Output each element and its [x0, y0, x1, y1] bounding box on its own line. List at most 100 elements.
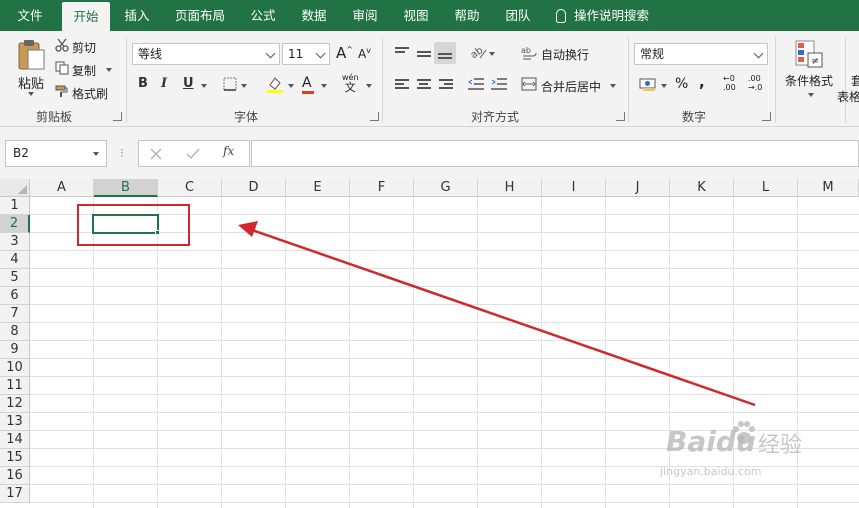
merge-center-icon[interactable]	[521, 77, 537, 91]
increase-indent-icon[interactable]	[491, 77, 507, 91]
merge-center-button[interactable]: 合并后居中	[541, 78, 601, 95]
font-dialog-launcher[interactable]	[370, 112, 379, 121]
paste-icon[interactable]	[17, 39, 47, 71]
accounting-format-icon[interactable]	[639, 76, 657, 92]
tab-home[interactable]: 开始	[62, 2, 110, 31]
phonetic-dropdown-caret[interactable]	[366, 84, 372, 88]
paw-logo-icon	[733, 421, 755, 444]
svg-text:ab: ab	[470, 45, 485, 60]
font-color-dropdown-caret[interactable]	[321, 84, 327, 88]
alignment-dialog-launcher[interactable]	[616, 112, 625, 121]
orientation-dropdown-caret[interactable]	[489, 52, 495, 56]
font-size-value: 11	[288, 47, 304, 61]
wrap-text-icon[interactable]: ab	[521, 45, 537, 61]
formula-bar-splitter[interactable]: ⁝	[120, 145, 124, 161]
tab-insert[interactable]: 插入	[117, 0, 157, 31]
comma-style-button[interactable]: ,	[699, 73, 705, 91]
underline-dropdown-caret[interactable]	[201, 84, 207, 88]
merge-center-dropdown-caret[interactable]	[610, 84, 616, 88]
name-box[interactable]: B2	[5, 140, 107, 167]
format-painter-icon[interactable]	[55, 84, 69, 98]
tell-me-search[interactable]: 操作说明搜索	[556, 0, 666, 31]
percent-style-button[interactable]: %	[675, 76, 688, 92]
paste-dropdown-caret[interactable]	[28, 92, 34, 96]
conditional-formatting-icon[interactable]: ≠	[794, 39, 824, 69]
paste-button-label[interactable]: 粘贴	[18, 73, 44, 92]
tab-help[interactable]: 帮助	[447, 0, 487, 31]
accounting-dropdown-caret[interactable]	[661, 84, 667, 88]
worksheet-grid[interactable]: A B C D E F G H I J K L M 1 2 3 4 5 6 7 …	[0, 179, 859, 508]
number-format-value: 常规	[640, 47, 665, 61]
group-divider	[126, 37, 127, 123]
decrease-indent-icon[interactable]	[468, 77, 484, 91]
clipboard-group-label: 剪贴板	[35, 110, 72, 124]
tab-view[interactable]: 视图	[396, 0, 436, 31]
alignment-group-label: 对齐方式	[470, 110, 519, 124]
annotation-arrow	[238, 221, 756, 407]
copy-button[interactable]: 复制	[72, 62, 96, 79]
number-dialog-launcher[interactable]	[762, 112, 771, 121]
number-group-label: 数字	[681, 110, 706, 124]
align-left-icon[interactable]	[395, 79, 409, 91]
tab-page-layout[interactable]: 页面布局	[168, 0, 232, 31]
borders-dropdown-caret[interactable]	[241, 84, 247, 88]
name-box-value: B2	[13, 146, 29, 160]
svg-text:ab: ab	[521, 46, 531, 55]
group-divider	[775, 37, 776, 123]
orientation-icon[interactable]: ab	[470, 44, 488, 60]
format-as-table-label-b[interactable]: 表格	[837, 88, 859, 105]
formula-input[interactable]	[251, 140, 859, 167]
italic-button[interactable]: I	[161, 76, 167, 91]
enter-icon[interactable]	[186, 148, 200, 160]
tab-formulas[interactable]: 公式	[243, 0, 283, 31]
formula-bar: B2 ⁝ fx	[0, 127, 859, 179]
format-as-table-label-a[interactable]: 套	[851, 72, 859, 89]
watermark-brand-cn: 经验	[758, 433, 803, 458]
group-divider	[845, 37, 846, 123]
align-bottom-button[interactable]	[434, 42, 456, 64]
format-painter-button[interactable]: 格式刷	[72, 85, 108, 102]
tab-review[interactable]: 审阅	[345, 0, 385, 31]
conditional-formatting-button[interactable]: 条件格式	[785, 72, 833, 89]
watermark-url: jingyan.baidu.com	[660, 465, 762, 478]
decrease-font-size-icon[interactable]: Av	[358, 46, 371, 61]
phonetic-guide-icon[interactable]: wén 文	[342, 73, 359, 94]
cancel-icon[interactable]	[150, 148, 162, 160]
clipboard-dialog-launcher[interactable]	[113, 112, 122, 121]
number-format-dropdown[interactable]: 常规	[634, 43, 768, 65]
font-size-dropdown[interactable]: 11	[282, 43, 330, 65]
font-name-dropdown[interactable]: 等线	[132, 43, 280, 65]
fill-color-dropdown-caret[interactable]	[288, 84, 294, 88]
decrease-decimal-button[interactable]: .00 →.0	[748, 74, 762, 92]
ribbon-tab-bar: 文件 开始 插入 页面布局 公式 数据 审阅 视图 帮助 团队 操作说明搜索	[0, 0, 859, 31]
align-center-icon[interactable]	[417, 79, 431, 91]
fill-color-icon[interactable]	[266, 75, 284, 93]
tab-team[interactable]: 团队	[498, 0, 538, 31]
align-right-icon[interactable]	[439, 79, 453, 91]
increase-decimal-button[interactable]: ←0.00	[723, 74, 736, 92]
lightbulb-icon	[556, 9, 566, 23]
underline-button[interactable]: U	[183, 76, 194, 91]
font-color-icon[interactable]: A	[302, 75, 314, 94]
copy-icon[interactable]	[55, 61, 69, 75]
tell-me-label: 操作说明搜索	[574, 8, 650, 23]
insert-function-icon[interactable]: fx	[223, 144, 234, 158]
borders-icon[interactable]	[223, 77, 237, 91]
font-group-label: 字体	[233, 110, 258, 124]
cut-button[interactable]: 剪切	[72, 39, 96, 56]
align-middle-icon[interactable]	[417, 51, 431, 59]
conditional-formatting-caret[interactable]	[808, 93, 814, 97]
tab-file[interactable]: 文件	[8, 0, 52, 31]
increase-font-size-icon[interactable]: A^	[336, 44, 353, 62]
name-box-dropdown-icon[interactable]	[93, 152, 99, 156]
tab-data[interactable]: 数据	[294, 0, 334, 31]
formula-buttons: fx	[138, 140, 250, 167]
wrap-text-button[interactable]: 自动换行	[541, 46, 589, 63]
ribbon-home: 粘贴 剪切 复制 格式刷 剪贴板 等线 11 A^ Av B I U A wén…	[0, 31, 859, 127]
font-name-value: 等线	[138, 47, 163, 61]
copy-dropdown-caret[interactable]	[106, 68, 112, 72]
bold-button[interactable]: B	[138, 76, 148, 91]
cut-icon[interactable]	[55, 38, 69, 52]
group-divider	[382, 37, 383, 123]
align-top-icon[interactable]	[395, 47, 409, 55]
